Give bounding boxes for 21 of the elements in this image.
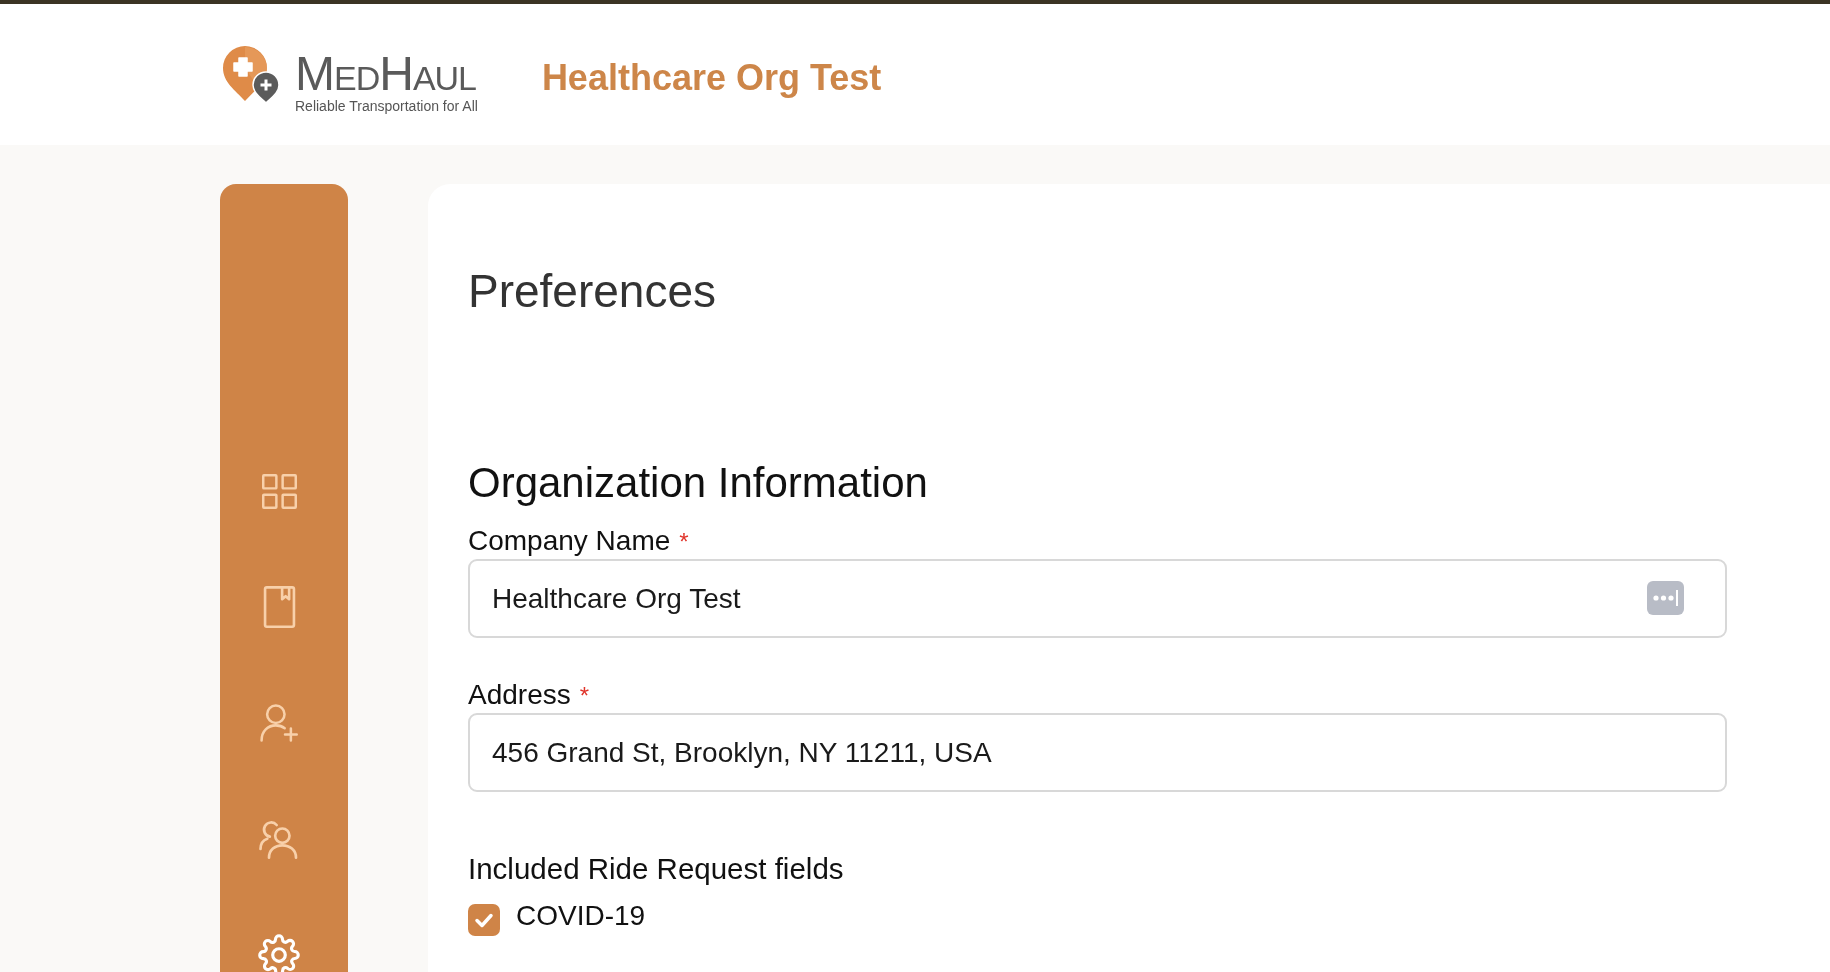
required-mark: * — [679, 527, 689, 557]
dots-icon[interactable] — [1647, 581, 1684, 615]
input-field[interactable]: 456 Grand St, Brooklyn, NY 11211, USA — [468, 713, 1727, 792]
section-title: Organization Information — [468, 458, 928, 508]
section-label: Included Ride Request fields — [468, 853, 844, 885]
checkbox[interactable] — [468, 904, 500, 936]
settings-icon — [258, 934, 300, 972]
grid-icon — [261, 473, 297, 509]
user-plus-icon — [260, 704, 298, 742]
users-icon — [259, 819, 299, 859]
logo-tagline: Reliable Transportation for All — [295, 97, 478, 114]
logo-wordmark: MedHaul — [295, 51, 478, 96]
input-field[interactable]: Healthcare Org Test — [468, 559, 1727, 638]
organization-name: Healthcare Org Test — [541, 56, 882, 99]
page-title: Preferences — [468, 264, 716, 319]
checkbox-label: COVID-19 — [516, 900, 646, 932]
pin-logo-icon — [222, 45, 280, 104]
field-label: Address — [468, 679, 571, 711]
book-icon — [262, 586, 296, 628]
required-mark: * — [579, 681, 590, 711]
field-label: Company Name — [468, 525, 671, 557]
